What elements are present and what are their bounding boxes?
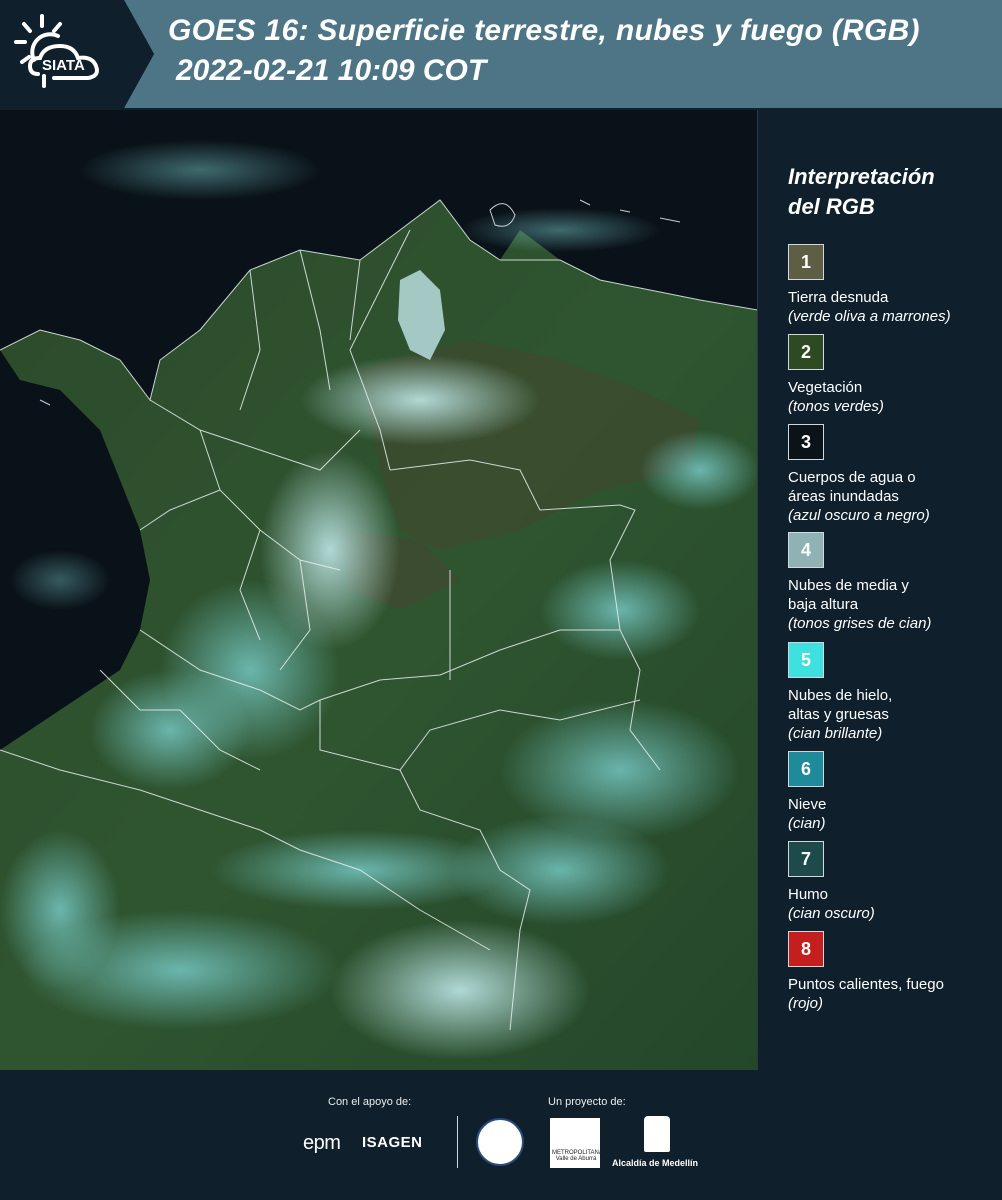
legend-label: Tierra desnuda (788, 289, 889, 306)
legend-swatch: 5 (788, 642, 824, 678)
legend-item-water: 3 Cuerpos de agua o áreas inundadas (azu… (788, 424, 998, 525)
legend-desc: (cian brillante) (788, 725, 883, 742)
legend-item-ice-clouds: 5 Nubes de hielo, altas y gruesas (cian … (788, 642, 998, 743)
legend-item-vegetation: 2 Vegetación (tonos verdes) (788, 334, 998, 416)
legend-title: Interpretación del RGB (788, 164, 935, 219)
satellite-map (0, 110, 758, 1070)
page-datetime: 2022-02-21 10:09 COT (176, 54, 487, 87)
footer-divider (457, 1116, 458, 1168)
legend-label: Humo (788, 886, 829, 903)
legend-item-smoke: 7 Humo (cian oscuro) (788, 841, 998, 923)
legend-item-mid-low-clouds: 4 Nubes de media y baja altura (tonos gr… (788, 532, 998, 633)
legend-desc: (cian) (788, 815, 826, 832)
legend-swatch: 2 (788, 334, 824, 370)
siata-logo: SIATA (14, 14, 99, 88)
alcaldia-shield-icon (644, 1116, 670, 1152)
legend-swatch: 6 (788, 751, 824, 787)
alcaldia-label: Alcaldía de Medellín (612, 1158, 699, 1168)
rgb-legend: Interpretación del RGB 1 Tierra desnuda … (760, 110, 1002, 1070)
legend-desc: (verde oliva a marrones) (788, 308, 951, 325)
legend-swatch: 7 (788, 841, 824, 877)
legend-item-fire: 8 Puntos calientes, fuego (rojo) (788, 931, 998, 1013)
medellin-seal-icon (476, 1118, 524, 1166)
legend-swatch: 3 (788, 424, 824, 460)
epm-logo: epm (303, 1132, 341, 1154)
svg-text:SIATA: SIATA (42, 57, 85, 74)
legend-swatch: 8 (788, 931, 824, 967)
legend-desc: (azul oscuro a negro) (788, 507, 930, 524)
legend-swatch: 4 (788, 532, 824, 568)
project-label: Un proyecto de: (548, 1096, 626, 1108)
area-metropolitana-text: METROPOLITANA Valle de Aburrá (552, 1150, 603, 1162)
legend-label: Nieve (788, 796, 827, 813)
legend-label: Vegetación (788, 379, 863, 396)
legend-desc: (tonos verdes) (788, 398, 884, 415)
legend-label: Nubes de hielo, altas y gruesas (788, 687, 893, 723)
header: SIATA GOES 16: Superficie terrestre, nub… (0, 0, 1002, 108)
legend-item-snow: 6 Nieve (cian) (788, 751, 998, 833)
legend-label: Puntos calientes, fuego (788, 976, 944, 993)
isagen-logo: ISAGEN (362, 1134, 423, 1151)
legend-desc: (tonos grises de cian) (788, 615, 932, 632)
legend-item-bare-land: 1 Tierra desnuda (verde oliva a marrones… (788, 244, 998, 326)
legend-desc: (cian oscuro) (788, 905, 875, 922)
legend-desc: (rojo) (788, 995, 824, 1012)
support-label: Con el apoyo de: (328, 1096, 412, 1108)
legend-swatch: 1 (788, 244, 824, 280)
legend-label: Cuerpos de agua o áreas inundadas (788, 469, 916, 505)
page-title: GOES 16: Superficie terrestre, nubes y f… (168, 14, 920, 47)
footer: Con el apoyo de: Un proyecto de: epm ISA… (0, 1070, 1002, 1200)
legend-label: Nubes de media y baja altura (788, 577, 909, 613)
